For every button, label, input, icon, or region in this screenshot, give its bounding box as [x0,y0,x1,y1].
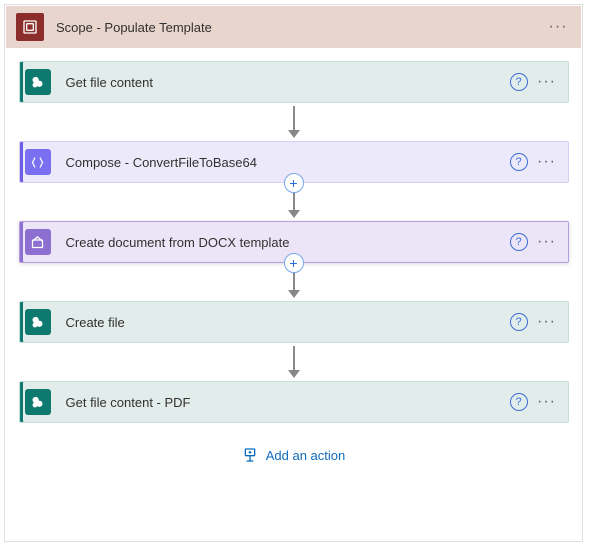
action-label: Create document from DOCX template [66,235,510,250]
action-get-file-content[interactable]: Get file content ? ··· [19,61,569,103]
scope-header[interactable]: Scope - Populate Template ··· [6,6,581,48]
action-label: Get file content [66,75,510,90]
insert-step-button[interactable]: + [284,253,304,273]
help-icon[interactable]: ? [510,73,528,91]
scope-title: Scope - Populate Template [56,20,545,35]
action-more-button[interactable]: ··· [534,233,560,251]
action-label: Create file [66,315,510,330]
connector-arrow: + [288,183,300,221]
sharepoint-icon [20,381,56,423]
connector-arrow [288,343,300,381]
action-more-button[interactable]: ··· [534,393,560,411]
scope-body: Get file content ? ··· Compose - Convert… [5,49,582,471]
action-more-button[interactable]: ··· [534,153,560,171]
action-create-file[interactable]: Create file ? ··· [19,301,569,343]
connector-arrow: + [288,263,300,301]
help-icon[interactable]: ? [510,393,528,411]
action-label: Compose - ConvertFileToBase64 [66,155,510,170]
sharepoint-icon [20,301,56,343]
scope-container: Scope - Populate Template ··· Get file c… [4,4,583,542]
connector-arrow [288,103,300,141]
insert-step-button[interactable]: + [284,173,304,193]
help-icon[interactable]: ? [510,233,528,251]
action-get-file-content-pdf[interactable]: Get file content - PDF ? ··· [19,381,569,423]
help-icon[interactable]: ? [510,153,528,171]
action-more-button[interactable]: ··· [534,313,560,331]
sharepoint-icon [20,61,56,103]
document-icon [20,221,56,263]
add-action-button[interactable]: Add an action [242,447,346,463]
scope-more-button[interactable]: ··· [545,18,571,36]
action-more-button[interactable]: ··· [534,73,560,91]
compose-icon [20,141,56,183]
scope-icon [16,13,44,41]
add-action-label: Add an action [266,448,346,463]
action-label: Get file content - PDF [66,395,510,410]
help-icon[interactable]: ? [510,313,528,331]
